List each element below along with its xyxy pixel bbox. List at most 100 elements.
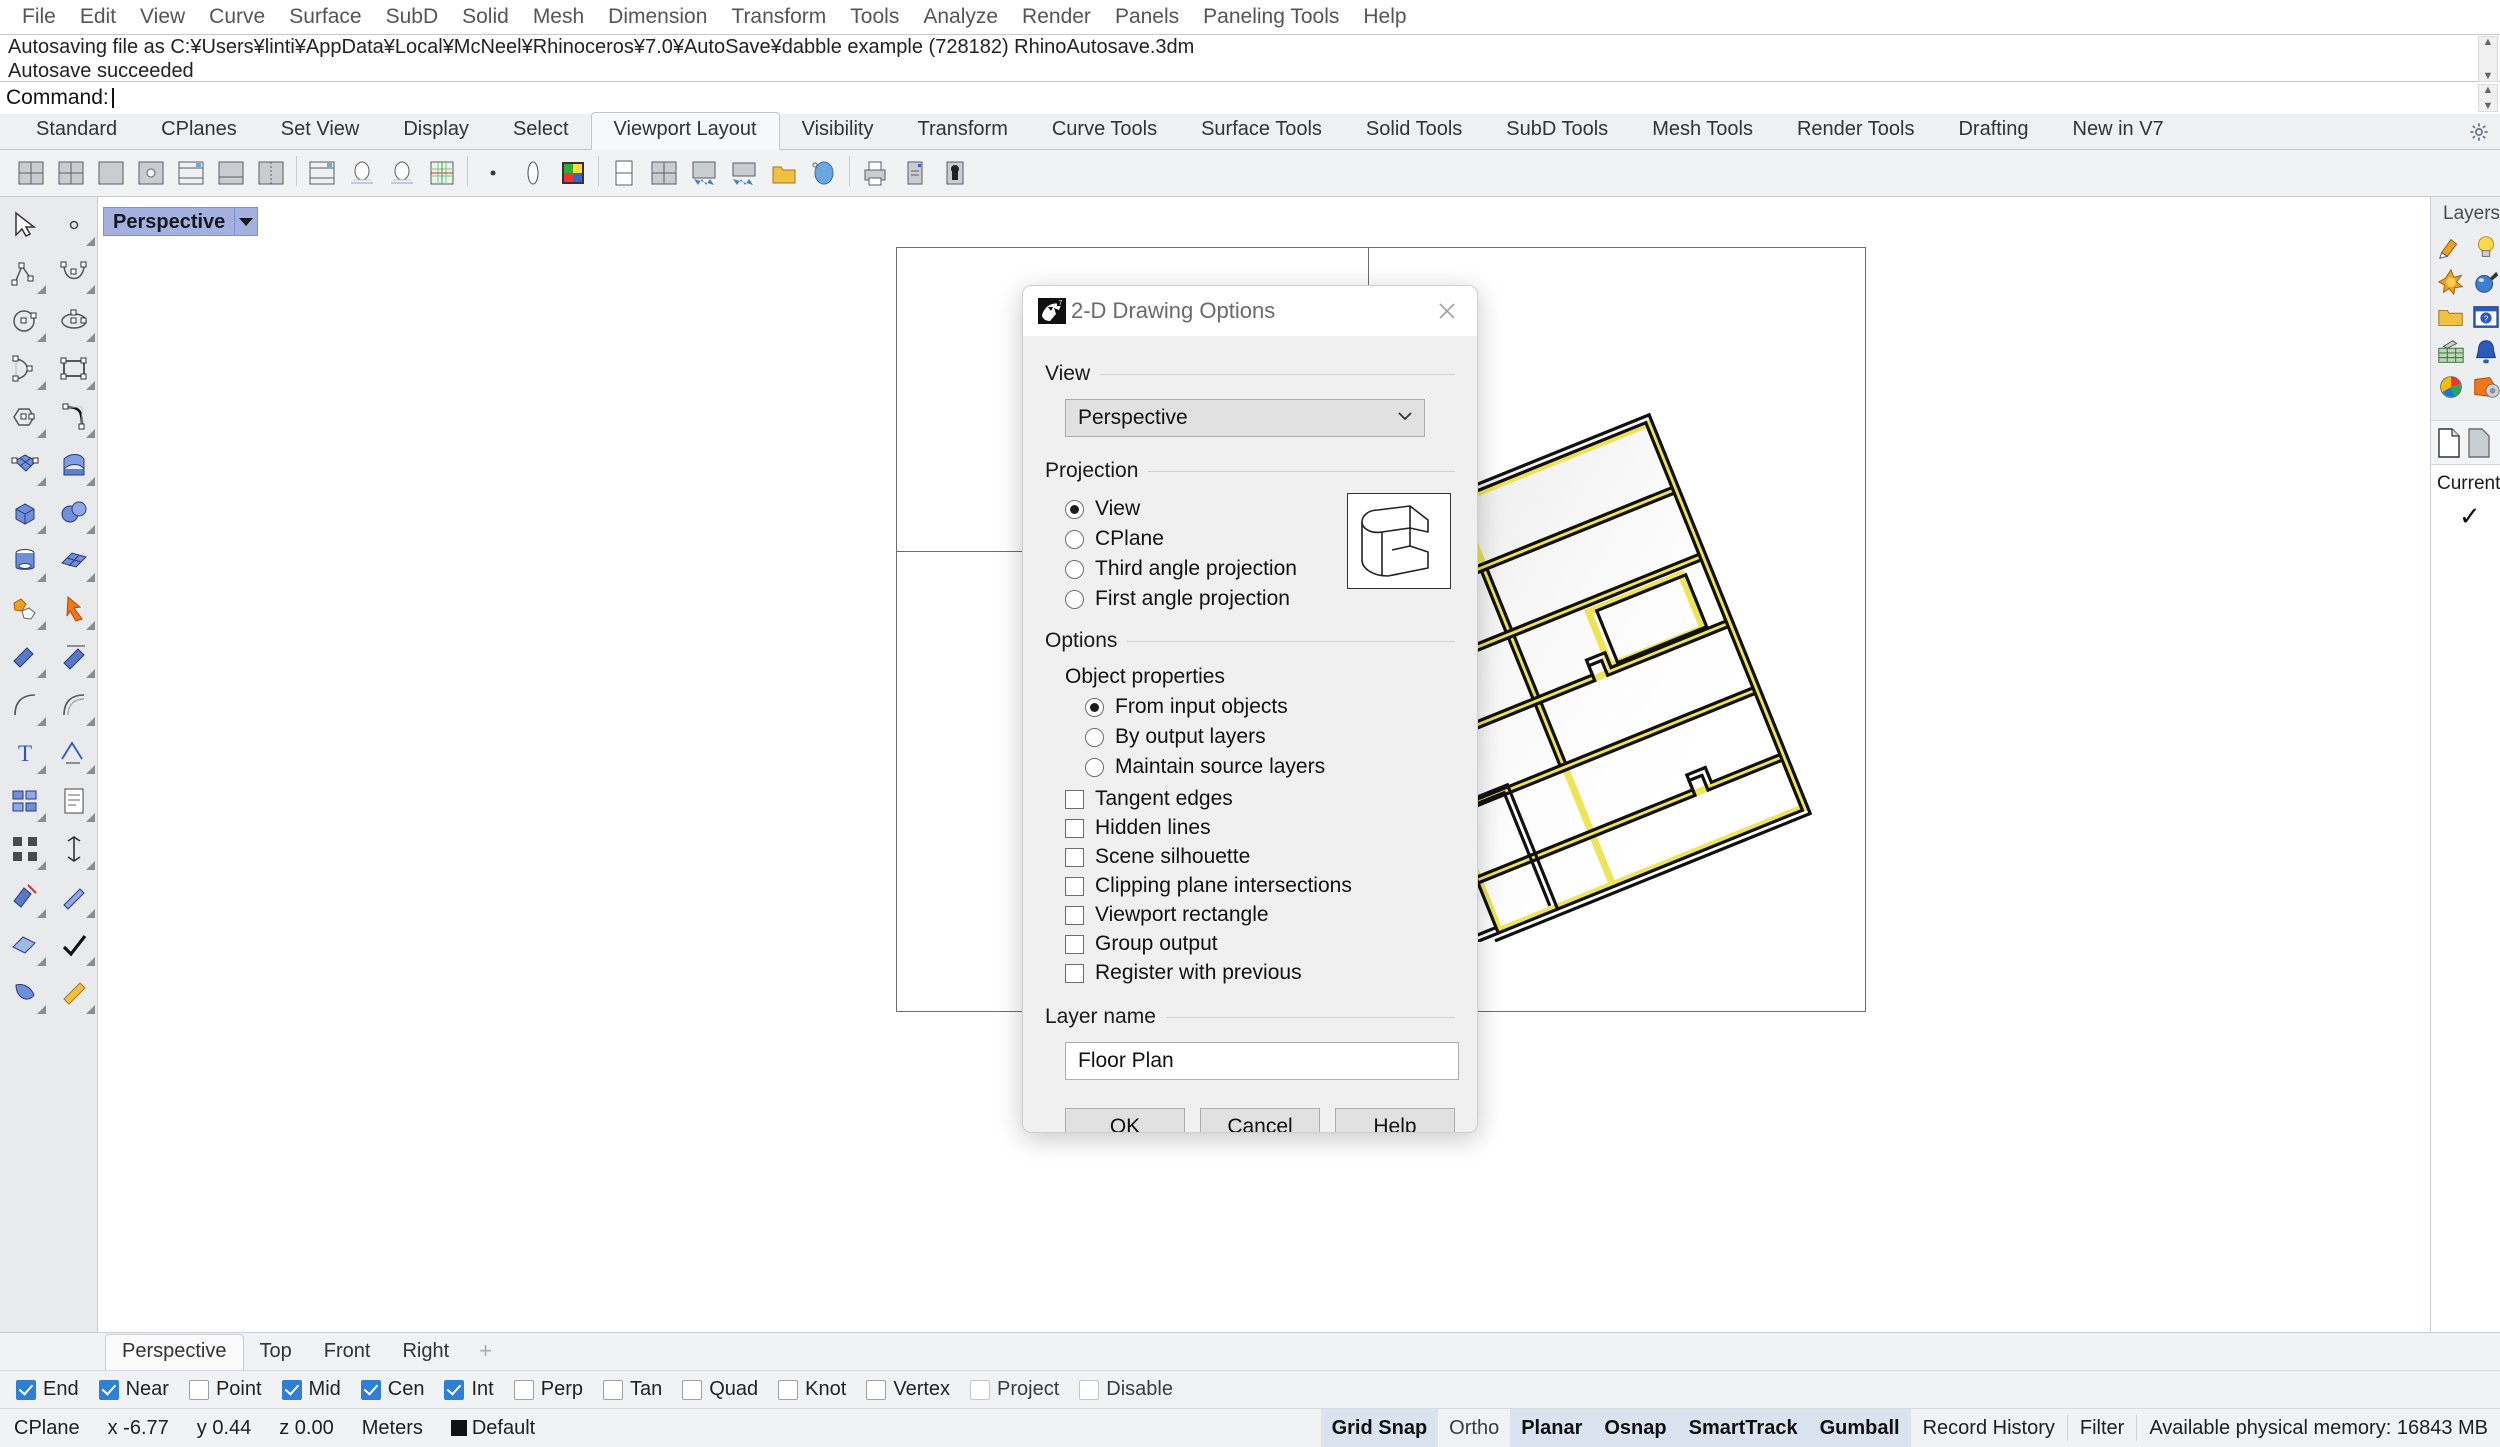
trim-icon[interactable] xyxy=(0,633,49,681)
dimension-icon[interactable] xyxy=(49,777,98,825)
info-icon[interactable] xyxy=(896,154,934,192)
checkbox-icon[interactable] xyxy=(778,1379,799,1400)
menu-item-dimension[interactable]: Dimension xyxy=(596,1,719,33)
checkbox-icon[interactable] xyxy=(188,1379,209,1400)
properties-icon[interactable] xyxy=(49,825,98,873)
radio-icon[interactable] xyxy=(1065,529,1084,549)
lightbulb-icon[interactable] xyxy=(2468,229,2500,264)
scale-icon[interactable] xyxy=(49,873,98,921)
checkbox-icon[interactable] xyxy=(98,1379,119,1400)
ribbon-tab-transform[interactable]: Transform xyxy=(895,113,1029,149)
ribbon-tab-select[interactable]: Select xyxy=(491,113,591,149)
render-icon[interactable] xyxy=(0,969,49,1017)
projection-radio-view[interactable]: View xyxy=(1065,497,1297,521)
ribbon-tab-viewport-layout[interactable]: Viewport Layout xyxy=(590,112,780,150)
offset-icon[interactable] xyxy=(49,681,98,729)
ribbon-tab-new-in-v7[interactable]: New in V7 xyxy=(2051,113,2186,149)
group-icon[interactable] xyxy=(0,873,49,921)
ribbon-tab-subd-tools[interactable]: SubD Tools xyxy=(1484,113,1630,149)
display-settings-icon[interactable] xyxy=(2468,369,2500,404)
help-icon[interactable]: ? xyxy=(2468,299,2500,334)
sun-icon[interactable] xyxy=(2433,264,2468,299)
viewport-4split-alt-icon[interactable] xyxy=(52,154,90,192)
close-icon[interactable] xyxy=(1427,291,1467,331)
lock-view-icon[interactable] xyxy=(936,154,974,192)
checkbox-icon[interactable] xyxy=(1065,876,1084,896)
osnap-point[interactable]: Point xyxy=(188,1378,262,1401)
viewport-tab-top[interactable]: Top xyxy=(244,1335,308,1370)
ribbon-tab-mesh-tools[interactable]: Mesh Tools xyxy=(1630,113,1775,149)
checkbox-icon[interactable] xyxy=(970,1379,991,1400)
chevron-down-icon[interactable] xyxy=(234,208,257,235)
viewport-new-icon[interactable] xyxy=(172,154,210,192)
option-checkbox-hidden-lines[interactable]: Hidden lines xyxy=(1065,816,1455,840)
select-arrow-icon[interactable] xyxy=(0,201,49,249)
bell-icon[interactable] xyxy=(2468,334,2500,369)
gradient-icon[interactable] xyxy=(49,969,98,1017)
viewport-vertical-split-icon[interactable] xyxy=(252,154,290,192)
rectangle-icon[interactable] xyxy=(49,345,98,393)
menu-item-view[interactable]: View xyxy=(128,1,197,33)
arc-icon[interactable] xyxy=(0,345,49,393)
checkbox-icon[interactable] xyxy=(1065,905,1084,925)
hatch-icon[interactable] xyxy=(0,921,49,969)
paint-brush-icon[interactable] xyxy=(2433,229,2468,264)
menu-item-paneling-tools[interactable]: Paneling Tools xyxy=(1191,1,1351,33)
option-checkbox-scene-silhouette[interactable]: Scene silhouette xyxy=(1065,845,1455,869)
menu-item-tools[interactable]: Tools xyxy=(838,1,911,33)
scroll-up-icon[interactable]: ▲ xyxy=(2483,37,2494,48)
ok-button[interactable]: OK xyxy=(1065,1108,1185,1132)
explode-icon[interactable] xyxy=(49,585,98,633)
command-history-scrollbar[interactable]: ▲ ▼ xyxy=(2478,36,2498,82)
mirror-icon[interactable] xyxy=(49,729,98,777)
cplane-grid-icon[interactable] xyxy=(423,154,461,192)
fillet-icon[interactable] xyxy=(0,681,49,729)
folder-view-icon[interactable] xyxy=(765,154,803,192)
polyline-icon[interactable] xyxy=(0,249,49,297)
status-toggle-osnap[interactable]: Osnap xyxy=(1593,1408,1678,1447)
ribbon-tab-surface-tools[interactable]: Surface Tools xyxy=(1179,113,1344,149)
menu-item-solid[interactable]: Solid xyxy=(450,1,521,33)
ribbon-tab-solid-tools[interactable]: Solid Tools xyxy=(1344,113,1484,149)
ribbon-tab-visibility[interactable]: Visibility xyxy=(780,113,896,149)
print-icon[interactable] xyxy=(856,154,894,192)
checkbox-icon[interactable] xyxy=(1079,1379,1100,1400)
checkbox-icon[interactable] xyxy=(360,1379,381,1400)
osnap-project[interactable]: Project xyxy=(970,1378,1059,1401)
copy-page-icon[interactable] xyxy=(2467,427,2491,458)
menu-item-render[interactable]: Render xyxy=(1010,1,1103,33)
viewport-split-detail-icon[interactable] xyxy=(132,154,170,192)
ellipse-icon[interactable] xyxy=(49,297,98,345)
render-bomb-icon[interactable] xyxy=(2468,264,2500,299)
text-icon[interactable] xyxy=(0,777,49,825)
checkbox-icon[interactable] xyxy=(682,1379,703,1400)
menu-item-edit[interactable]: Edit xyxy=(68,1,128,33)
projection-radio-third-angle-projection[interactable]: Third angle projection xyxy=(1065,557,1297,581)
ribbon-tab-standard[interactable]: Standard xyxy=(14,113,139,149)
viewport-tab-perspective[interactable]: Perspective xyxy=(105,1334,244,1371)
checkbox-icon[interactable] xyxy=(1065,847,1084,867)
scroll-down-icon[interactable]: ▼ xyxy=(2483,101,2494,112)
sphere-icon[interactable] xyxy=(49,489,98,537)
layers-icon[interactable] xyxy=(0,825,49,873)
radio-icon[interactable] xyxy=(1065,589,1084,609)
curve-icon[interactable] xyxy=(49,249,98,297)
scroll-down-icon[interactable]: ▼ xyxy=(2483,71,2494,82)
osnap-end[interactable]: End xyxy=(16,1378,79,1401)
export-view-icon[interactable] xyxy=(725,154,763,192)
ribbon-tab-cplanes[interactable]: CPlanes xyxy=(139,113,259,149)
command-history-panel[interactable]: Autosaving file as C:¥Users¥linti¥AppDat… xyxy=(0,34,2500,82)
camera-lens-icon[interactable] xyxy=(514,154,552,192)
osnap-near[interactable]: Near xyxy=(98,1378,169,1401)
cylinder-icon[interactable] xyxy=(0,537,49,585)
import-view-icon[interactable] xyxy=(685,154,723,192)
checkbox-icon[interactable] xyxy=(866,1379,887,1400)
option-checkbox-clipping-plane-intersections[interactable]: Clipping plane intersections xyxy=(1065,874,1455,898)
folder-icon[interactable] xyxy=(2433,299,2468,334)
add-viewport-tab-icon[interactable]: + xyxy=(465,1336,504,1370)
menu-item-file[interactable]: File xyxy=(10,1,68,33)
surface-grid-icon[interactable] xyxy=(49,537,98,585)
shade-view-icon[interactable] xyxy=(805,154,843,192)
menu-item-analyze[interactable]: Analyze xyxy=(911,1,1010,33)
view-select[interactable]: Perspective xyxy=(1065,399,1425,437)
